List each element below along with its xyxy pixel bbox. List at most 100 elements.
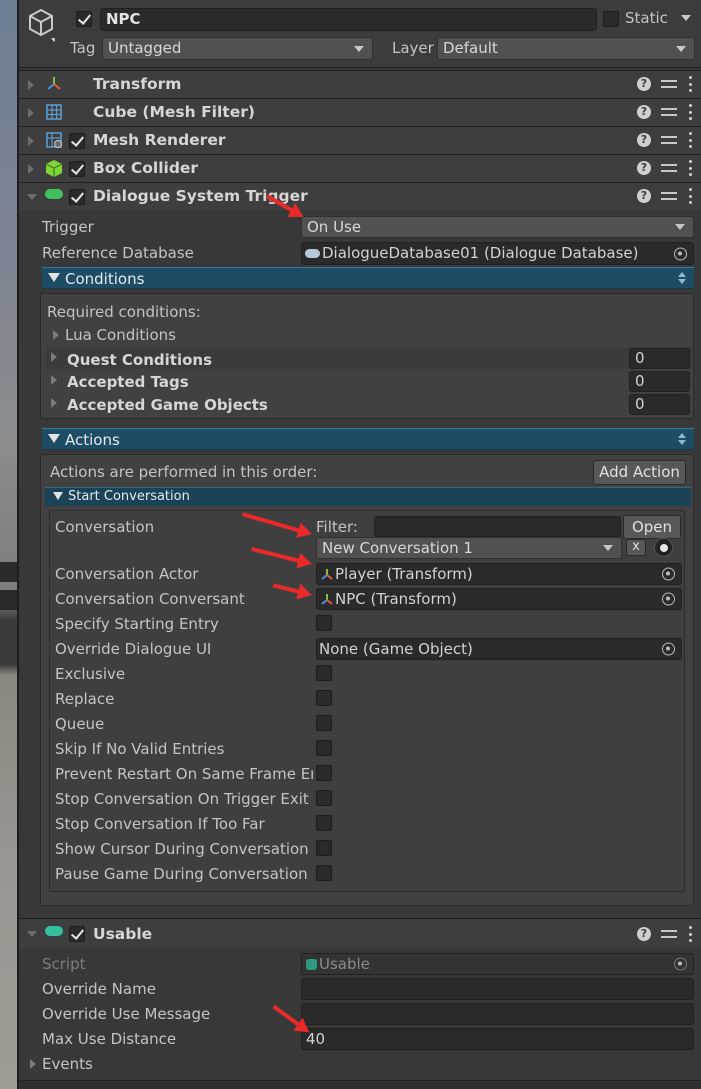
exclusive-checkbox[interactable]	[316, 665, 332, 681]
mesh-filter-icon	[46, 104, 62, 120]
help-icon[interactable]: ?	[637, 927, 651, 941]
static-dropdown-arrow[interactable]	[681, 15, 691, 21]
chevron-down-icon	[675, 224, 685, 230]
reference-database-field[interactable]: DialogueDatabase01 (Dialogue Database)	[301, 242, 694, 265]
object-picker-icon[interactable]	[662, 567, 675, 581]
prevent-restart-checkbox[interactable]	[316, 765, 332, 781]
conditions-section-header[interactable]: Conditions	[42, 267, 694, 289]
more-options-icon[interactable]	[687, 926, 693, 942]
foldout-arrow-icon[interactable]	[30, 1059, 36, 1069]
foldout-arrow-icon[interactable]	[53, 330, 59, 340]
stop-on-trigger-exit-checkbox[interactable]	[316, 790, 332, 806]
enabled-checkbox[interactable]	[69, 161, 85, 177]
accepted-tags-count[interactable]: 0	[629, 371, 690, 392]
enabled-checkbox[interactable]	[69, 189, 85, 205]
presets-icon[interactable]	[661, 927, 677, 941]
foldout-arrow-icon[interactable]	[27, 194, 37, 200]
foldout-arrow-icon[interactable]	[28, 164, 34, 174]
max-use-distance-input[interactable]: 40	[301, 1028, 694, 1050]
conversation-actor-field[interactable]: Player (Transform)	[316, 563, 682, 585]
object-picker-icon[interactable]	[662, 592, 675, 606]
start-conversation-header[interactable]: Start Conversation	[45, 487, 691, 506]
filter-input[interactable]	[374, 516, 621, 537]
help-icon[interactable]: ?	[637, 161, 651, 175]
conversation-conversant-label: Conversation Conversant	[55, 590, 245, 608]
enabled-checkbox[interactable]	[69, 926, 85, 942]
conversation-dropdown[interactable]: New Conversation 1	[316, 537, 622, 559]
clear-conversation-button[interactable]: x	[626, 539, 646, 556]
more-options-icon[interactable]	[687, 188, 693, 204]
component-dialogue-system-trigger[interactable]: Dialogue System Trigger ?	[19, 182, 701, 210]
conversation-picker-icon[interactable]	[654, 538, 673, 557]
object-name-field[interactable]: NPC	[100, 8, 597, 31]
presets-icon[interactable]	[661, 189, 677, 203]
presets-icon[interactable]	[661, 77, 677, 91]
object-picker-icon[interactable]	[662, 642, 675, 656]
enabled-checkbox[interactable]	[69, 133, 85, 149]
override-dialogue-ui-field[interactable]: None (Game Object)	[316, 638, 682, 660]
foldout-arrow-icon[interactable]	[27, 931, 37, 937]
component-usable[interactable]: Usable ?	[19, 918, 701, 948]
override-name-input[interactable]	[301, 978, 694, 1000]
help-icon[interactable]: ?	[637, 77, 651, 91]
script-label: Script	[42, 955, 86, 973]
foldout-arrow-icon[interactable]	[28, 80, 34, 90]
pause-game-checkbox[interactable]	[316, 865, 332, 881]
reorder-icon[interactable]	[678, 433, 686, 445]
component-mesh-renderer[interactable]: Mesh Renderer ?	[19, 126, 701, 154]
stop-on-trigger-exit-label: Stop Conversation On Trigger Exit	[55, 790, 309, 808]
foldout-arrow-icon[interactable]	[51, 352, 57, 362]
accepted-game-objects-count[interactable]: 0	[629, 394, 690, 415]
conversation-actor-value: Player (Transform)	[335, 565, 473, 583]
trigger-dropdown[interactable]: On Use	[301, 216, 694, 238]
component-box-collider[interactable]: Box Collider ?	[19, 154, 701, 182]
gameobject-cube-icon	[29, 8, 55, 42]
script-icon	[306, 959, 317, 970]
help-icon[interactable]: ?	[637, 133, 651, 147]
specify-starting-entry-label: Specify Starting Entry	[55, 615, 219, 633]
conversation-conversant-field[interactable]: NPC (Transform)	[316, 588, 682, 610]
foldout-arrow-icon[interactable]	[51, 398, 57, 408]
component-title: Usable	[93, 925, 153, 943]
component-transform[interactable]: Transform ?	[19, 70, 701, 98]
presets-icon[interactable]	[661, 133, 677, 147]
help-icon[interactable]: ?	[637, 105, 651, 119]
specify-starting-entry-checkbox[interactable]	[316, 615, 332, 631]
presets-icon[interactable]	[661, 161, 677, 175]
script-field: Usable	[301, 953, 694, 975]
actions-section-header[interactable]: Actions	[42, 428, 694, 450]
quest-conditions-count[interactable]: 0	[629, 348, 690, 369]
show-cursor-checkbox[interactable]	[316, 840, 332, 856]
events-label[interactable]: Events	[42, 1055, 93, 1073]
replace-checkbox[interactable]	[316, 690, 332, 706]
scene-toolbar-fragment	[0, 590, 17, 610]
lua-conditions-label[interactable]: Lua Conditions	[65, 326, 176, 344]
queue-checkbox[interactable]	[316, 715, 332, 731]
component-mesh-filter[interactable]: Cube (Mesh Filter) ?	[19, 98, 701, 126]
more-options-icon[interactable]	[687, 160, 693, 176]
open-button[interactable]: Open	[623, 515, 681, 539]
foldout-arrow-icon[interactable]	[28, 136, 34, 146]
inspector-bottom-edge	[19, 1080, 701, 1089]
accepted-tags-label[interactable]: Accepted Tags	[67, 373, 189, 391]
help-icon[interactable]: ?	[637, 189, 651, 203]
quest-conditions-label[interactable]: Quest Conditions	[67, 351, 212, 369]
more-options-icon[interactable]	[687, 132, 693, 148]
foldout-arrow-icon[interactable]	[28, 108, 34, 118]
accepted-game-objects-label[interactable]: Accepted Game Objects	[67, 396, 268, 414]
add-action-button[interactable]: Add Action	[593, 460, 686, 485]
layer-dropdown[interactable]: Default	[437, 37, 695, 60]
presets-icon[interactable]	[661, 105, 677, 119]
more-options-icon[interactable]	[687, 76, 693, 92]
static-checkbox[interactable]	[603, 11, 619, 27]
more-options-icon[interactable]	[687, 104, 693, 120]
tag-dropdown[interactable]: Untagged	[102, 37, 373, 60]
reorder-icon[interactable]	[678, 272, 686, 284]
skip-if-no-valid-entries-checkbox[interactable]	[316, 740, 332, 756]
active-checkbox[interactable]	[76, 11, 92, 27]
trigger-value: On Use	[307, 218, 362, 236]
foldout-arrow-icon[interactable]	[51, 375, 57, 385]
object-picker-icon[interactable]	[674, 247, 687, 260]
override-use-message-input[interactable]	[301, 1003, 694, 1025]
stop-if-too-far-checkbox[interactable]	[316, 815, 332, 831]
